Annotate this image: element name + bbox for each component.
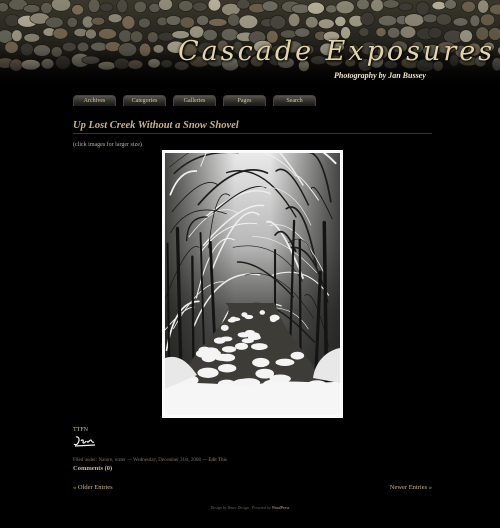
post-meta: Filed under: Nature, water — Wednesday, … (73, 458, 227, 463)
site-title[interactable]: Cascade Exposures (178, 36, 495, 67)
footer-prefix: Design by (210, 505, 227, 510)
signoff-text: TTFN (73, 427, 88, 433)
site-footer: Design by Ibnec Design · Powered by Word… (0, 505, 500, 510)
site-tagline: Photography by Jan Bussey (334, 71, 426, 80)
footer-platform[interactable]: WordPress (272, 505, 290, 510)
edit-link[interactable]: Edit This (208, 458, 226, 463)
tab-search[interactable]: Search (273, 95, 316, 106)
site-header: Cascade Exposures Photography by Jan Bus… (0, 0, 500, 90)
handwritten-signature (73, 436, 96, 447)
post-note: (click images for larger size) (73, 142, 142, 148)
tab-archives[interactable]: Archives (73, 95, 116, 106)
main-nav: Archives Categories Galleries Pages Sear… (73, 95, 316, 106)
older-entries-link[interactable]: « Older Entries (73, 484, 113, 491)
snowy-creek-photo[interactable] (162, 150, 343, 418)
newer-entries-link[interactable]: Newer Entries » (390, 484, 432, 491)
post-title[interactable]: Up Lost Creek Without a Snow Shovel (73, 120, 239, 131)
comments-link[interactable]: Comments (0) (73, 465, 112, 472)
footer-middle: · Powered by (249, 505, 271, 510)
title-divider (73, 133, 432, 134)
tab-galleries[interactable]: Galleries (173, 95, 216, 106)
post-meta-text: Filed under: Nature, water — Wednesday, … (73, 458, 208, 463)
tab-categories[interactable]: Categories (123, 95, 166, 106)
tab-pages[interactable]: Pages (223, 95, 266, 106)
footer-designer[interactable]: Ibnec Design (228, 505, 249, 510)
snowy-creek-image (165, 153, 340, 415)
